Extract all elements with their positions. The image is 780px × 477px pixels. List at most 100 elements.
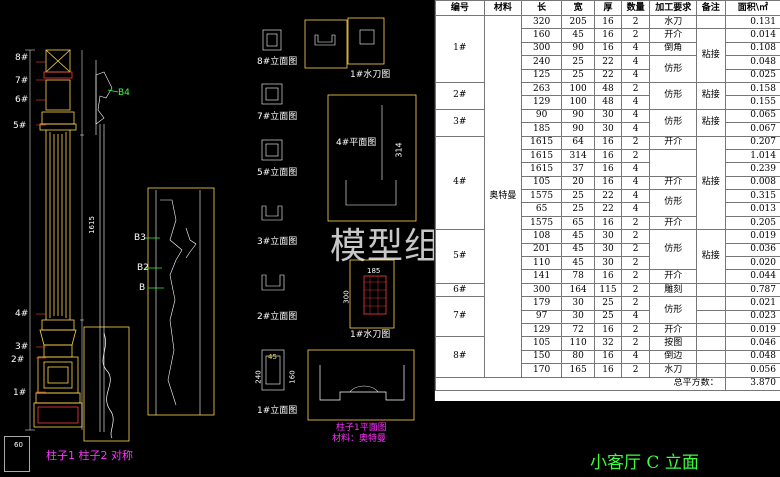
cell-length: 179 <box>521 296 563 311</box>
cell-process: 倒角 <box>649 41 697 57</box>
cell-length: 1575 <box>521 189 563 204</box>
cell-area: 0.020 <box>724 256 780 271</box>
label-8: 8# <box>15 53 29 63</box>
cell-remark: 粘接 <box>695 28 726 83</box>
section-frame <box>147 187 215 416</box>
col-material: 材料 <box>483 0 523 16</box>
cell-qty: 2 <box>620 363 651 378</box>
cell-length: 240 <box>521 55 563 70</box>
cell-thickness: 16 <box>594 175 622 191</box>
label-b4: B4 <box>118 88 130 98</box>
cell-area: 0.044 <box>724 269 780 284</box>
caption-knife1b: 1#水刀图 <box>350 330 391 340</box>
cell-length: 129 <box>521 322 563 338</box>
cell-thickness: 30 <box>594 242 622 258</box>
cell-thickness: 16 <box>594 269 622 284</box>
table-row: 1# 奥特曼 320 205 16 2 水刀 0.131 <box>435 14 780 378</box>
cell-remark <box>695 282 726 298</box>
dim-160: 160 <box>288 370 297 384</box>
cell-area: 0.108 <box>724 41 780 57</box>
plan-4-frame <box>327 94 417 222</box>
cell-width: 25 <box>561 189 596 204</box>
part-id: 3# <box>435 108 485 137</box>
cell-process: 水刀 <box>649 14 697 30</box>
part-id: 4# <box>435 135 485 231</box>
cell-area: 1.014 <box>724 148 780 164</box>
column-plan-frame <box>307 349 415 421</box>
cell-width: 25 <box>561 55 596 70</box>
label-1: 1# <box>13 388 27 398</box>
cell-width: 314 <box>561 148 596 164</box>
cell-width: 30 <box>561 296 596 311</box>
label-6: 6# <box>15 95 29 105</box>
cell-width: 72 <box>561 322 596 338</box>
cell-process: 雕刻 <box>649 282 697 298</box>
cell-area: 0.014 <box>724 28 780 43</box>
cell-length: 1615 <box>521 135 563 150</box>
cell-width: 90 <box>561 122 596 137</box>
cell-qty: 2 <box>620 14 651 30</box>
cell-area: 0.048 <box>724 55 780 70</box>
dim-1615: 1615 <box>87 216 96 234</box>
caption-plan-column: 柱子1平面图 <box>336 423 387 433</box>
cell-thickness: 32 <box>594 336 622 351</box>
table-body: 1# 奥特曼 320 205 16 2 水刀 0.131 160 45 16 2 开介 粘接 0.014 30… <box>435 14 780 391</box>
col-process: 加工要求 <box>649 0 697 16</box>
cell-thickness: 30 <box>594 229 622 244</box>
cell-qty: 4 <box>620 162 651 177</box>
cell-qty: 2 <box>620 148 651 164</box>
caption-1: 1#立面图 <box>257 406 298 416</box>
material-schedule: 编号 材料 长 宽 厚 数量 加工要求 备注 面积\㎡ 1# 奥特曼 320 205 1… <box>434 0 780 401</box>
cell-width: 100 <box>561 95 596 110</box>
cell-length: 105 <box>521 175 563 191</box>
cell-length: 1615 <box>521 162 563 177</box>
column-elevation <box>33 49 83 428</box>
caption-knife1: 1#水刀图 <box>350 70 391 80</box>
table-header: 编号 材料 长 宽 厚 数量 加工要求 备注 面积\㎡ <box>435 0 780 16</box>
logo-mark <box>4 436 30 472</box>
cell-width: 164 <box>561 282 596 298</box>
cell-qty: 2 <box>620 296 651 311</box>
cell-area: 0.046 <box>724 336 780 351</box>
cell-thickness: 16 <box>594 349 622 365</box>
cell-area: 0.315 <box>724 189 780 204</box>
cell-qty: 2 <box>620 269 651 284</box>
cell-remark <box>695 349 726 365</box>
cell-qty: 2 <box>620 336 651 351</box>
cell-qty: 4 <box>620 122 651 137</box>
cell-width: 45 <box>561 256 596 271</box>
total-row: 总平方数： 3.870 <box>435 376 780 391</box>
cell-thickness: 16 <box>594 135 622 150</box>
cell-remark: 粘接 <box>695 108 726 137</box>
cell-process: 开介 <box>649 135 697 150</box>
cell-thickness: 25 <box>594 296 622 311</box>
dim-300: 300 <box>342 290 351 304</box>
cell-qty: 4 <box>620 202 651 217</box>
cell-process: 开介 <box>649 215 697 231</box>
label-b1: B <box>139 283 146 293</box>
cell-length: 97 <box>521 309 563 324</box>
cell-qty: 2 <box>620 229 651 244</box>
column-caption: 柱子1 柱子2 对称 <box>46 449 133 462</box>
caption-3: 3#立面图 <box>257 237 298 247</box>
material-cell: 奥特曼 <box>483 15 523 378</box>
cell-thickness: 16 <box>594 14 622 30</box>
caption-material: 材料：奥特曼 <box>332 434 387 444</box>
label-7: 7# <box>15 76 29 86</box>
cell-qty: 4 <box>620 68 651 83</box>
cell-width: 78 <box>561 269 596 284</box>
cell-qty: 4 <box>620 175 651 191</box>
cell-process: 开介 <box>649 28 697 43</box>
cell-qty: 4 <box>620 41 651 57</box>
cell-width: 20 <box>561 175 596 191</box>
cell-thickness: 48 <box>594 81 622 97</box>
cell-area: 0.158 <box>724 81 780 97</box>
caption-7: 7#立面图 <box>257 112 298 122</box>
cell-process: 仿形 <box>649 55 697 83</box>
cell-qty: 2 <box>620 81 651 97</box>
cell-thickness: 16 <box>594 28 622 43</box>
cell-area: 0.021 <box>724 296 780 311</box>
cell-length: 320 <box>521 14 563 30</box>
caption-8: 8#立面图 <box>257 57 298 67</box>
cell-area: 0.019 <box>724 322 780 338</box>
